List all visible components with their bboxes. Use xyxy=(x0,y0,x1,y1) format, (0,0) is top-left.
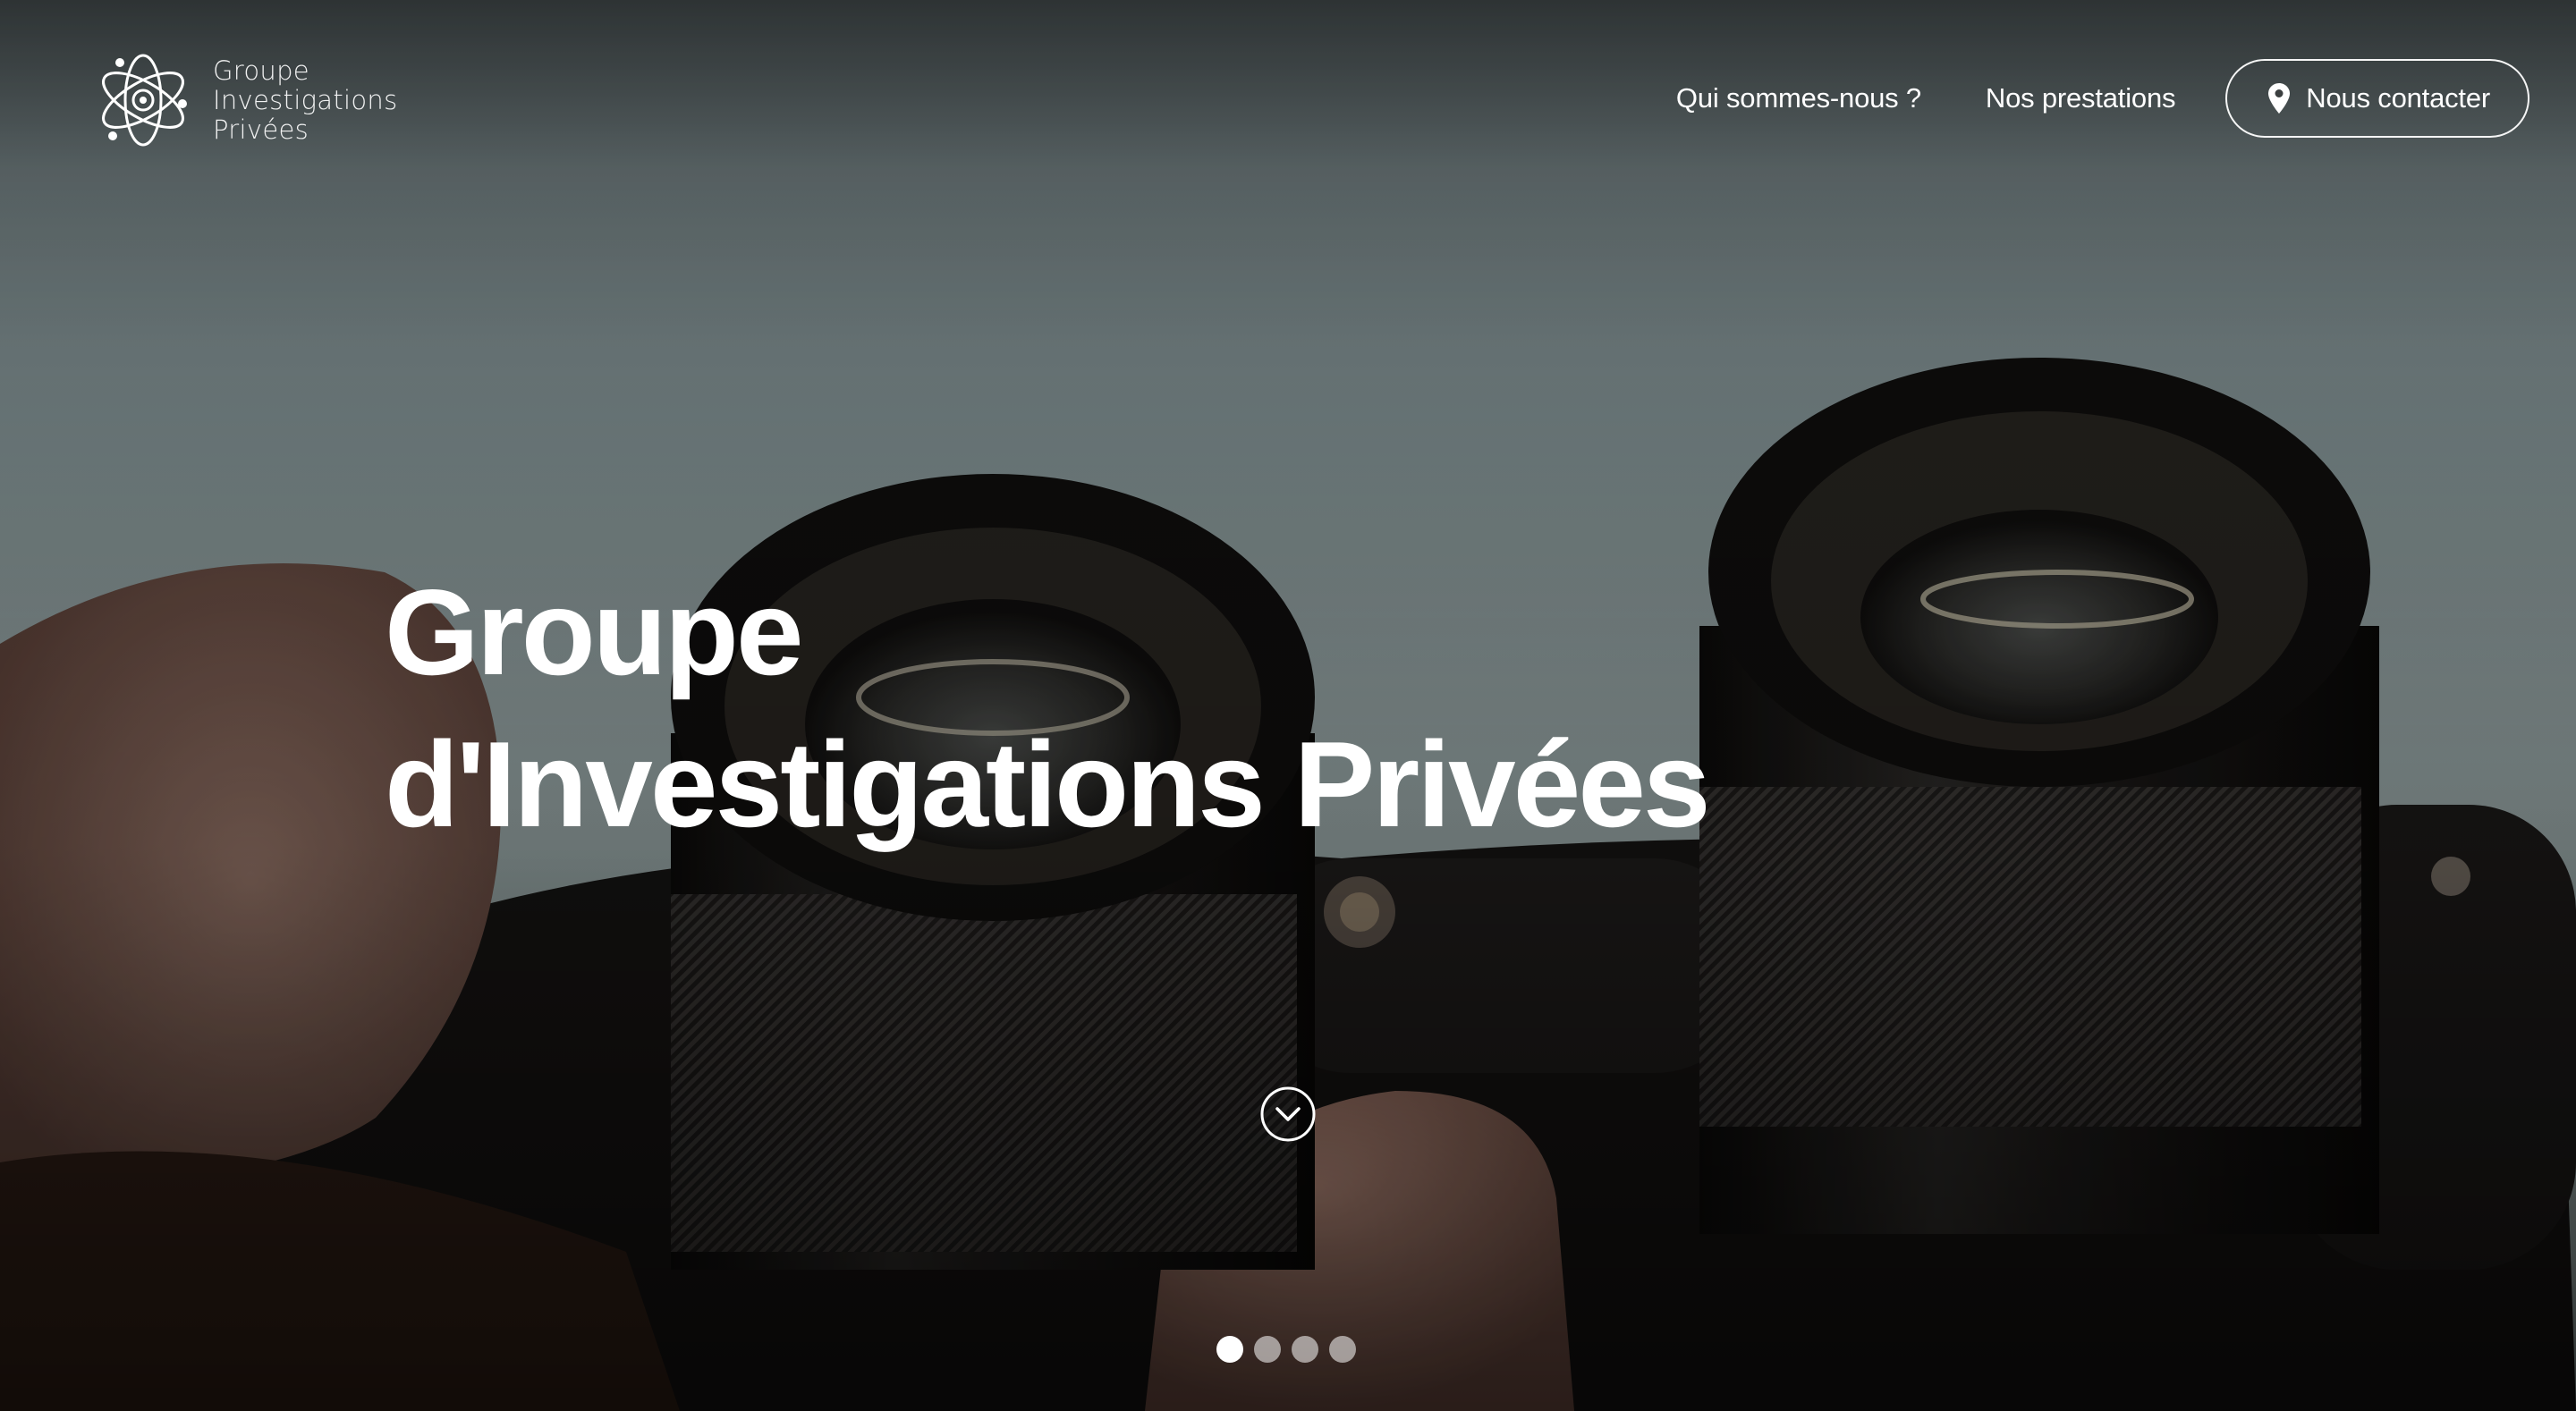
brand-line-2: Investigations xyxy=(213,84,398,115)
nav-link-about[interactable]: Qui sommes-nous ? xyxy=(1676,82,1921,114)
carousel-dot[interactable] xyxy=(1329,1336,1356,1363)
hero-section: Groupe Investigations Privées Qui sommes… xyxy=(0,0,2576,1411)
map-pin-icon xyxy=(2268,83,2291,114)
chevron-down-circle-icon[interactable] xyxy=(1259,1086,1317,1143)
brand-name: Groupe Investigations Privées xyxy=(213,55,398,145)
hero-title-line-2: d'Investigations Privées xyxy=(385,716,1711,852)
carousel-dot[interactable] xyxy=(1216,1336,1243,1363)
main-nav: Qui sommes-nous ? Nos prestations Nous c… xyxy=(1676,59,2529,138)
brand-line-3: Privées xyxy=(213,114,309,145)
hero-title: Groupe d'Investigations Privées xyxy=(385,556,1711,860)
nav-link-services[interactable]: Nos prestations xyxy=(1986,82,2176,114)
brand-logo-link[interactable]: Groupe Investigations Privées xyxy=(93,50,398,150)
site-header: Groupe Investigations Privées Qui sommes… xyxy=(0,0,2576,206)
carousel-dot[interactable] xyxy=(1254,1336,1281,1363)
atom-logo-icon xyxy=(102,54,187,147)
carousel-dot[interactable] xyxy=(1292,1336,1318,1363)
contact-button-label: Nous contacter xyxy=(2306,82,2490,114)
brand-line-1: Groupe xyxy=(213,55,309,86)
contact-button[interactable]: Nous contacter xyxy=(2225,59,2529,138)
carousel-pagination xyxy=(1216,1336,1367,1363)
hero-title-line-1: Groupe xyxy=(385,564,804,700)
